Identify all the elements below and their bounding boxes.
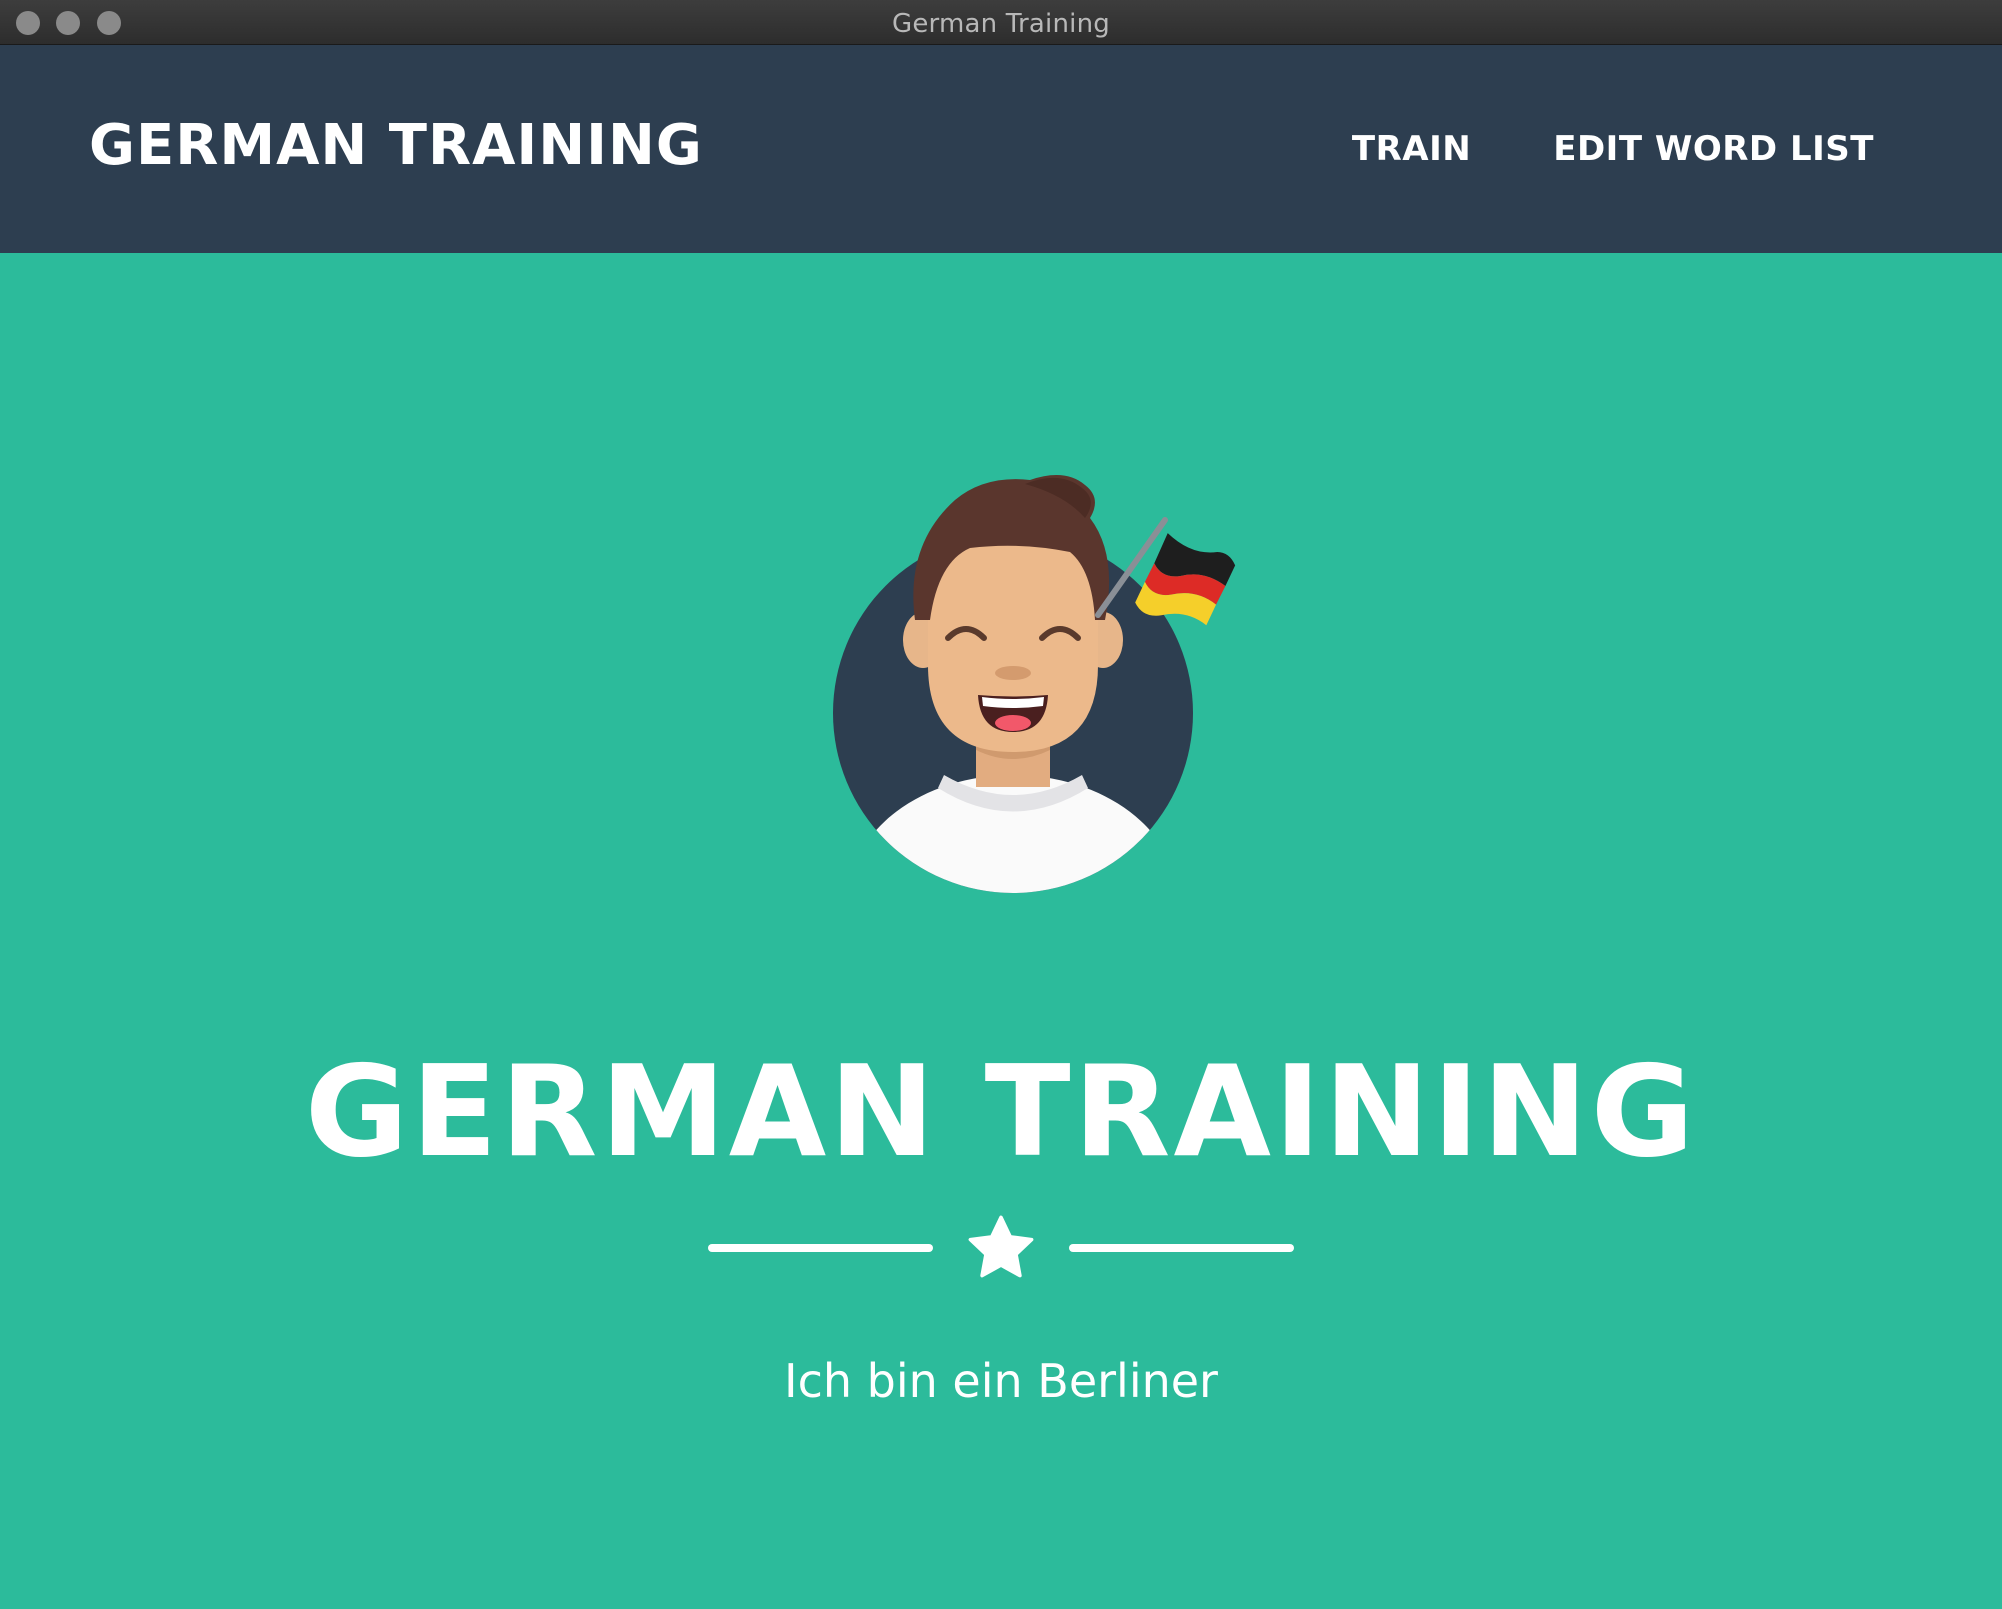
star-icon [968, 1215, 1034, 1278]
navbar: GERMAN TRAINING TRAIN EDIT WORD LIST [0, 45, 2002, 253]
navbar-brand-link[interactable]: GERMAN TRAINING [89, 113, 703, 178]
nav-links: TRAIN EDIT WORD LIST [1352, 129, 1874, 169]
divider-line-right [1069, 1244, 1294, 1252]
window-title: German Training [892, 9, 1110, 39]
divider-line-left [708, 1244, 933, 1252]
hero-subtitle: Ich bin ein Berliner [784, 1354, 1218, 1408]
nav-link-edit-word-list[interactable]: EDIT WORD LIST [1553, 129, 1874, 169]
hero-title: GERMAN TRAINING [304, 1038, 1698, 1185]
window-titlebar: German Training [0, 0, 2002, 45]
person-with-german-flag-icon [833, 475, 1236, 893]
app-window: German Training GERMAN TRAINING TRAIN ED… [0, 0, 2002, 1609]
hero-divider [708, 1212, 1294, 1282]
nav-link-train[interactable]: TRAIN [1352, 129, 1471, 169]
avatar [820, 470, 1240, 900]
